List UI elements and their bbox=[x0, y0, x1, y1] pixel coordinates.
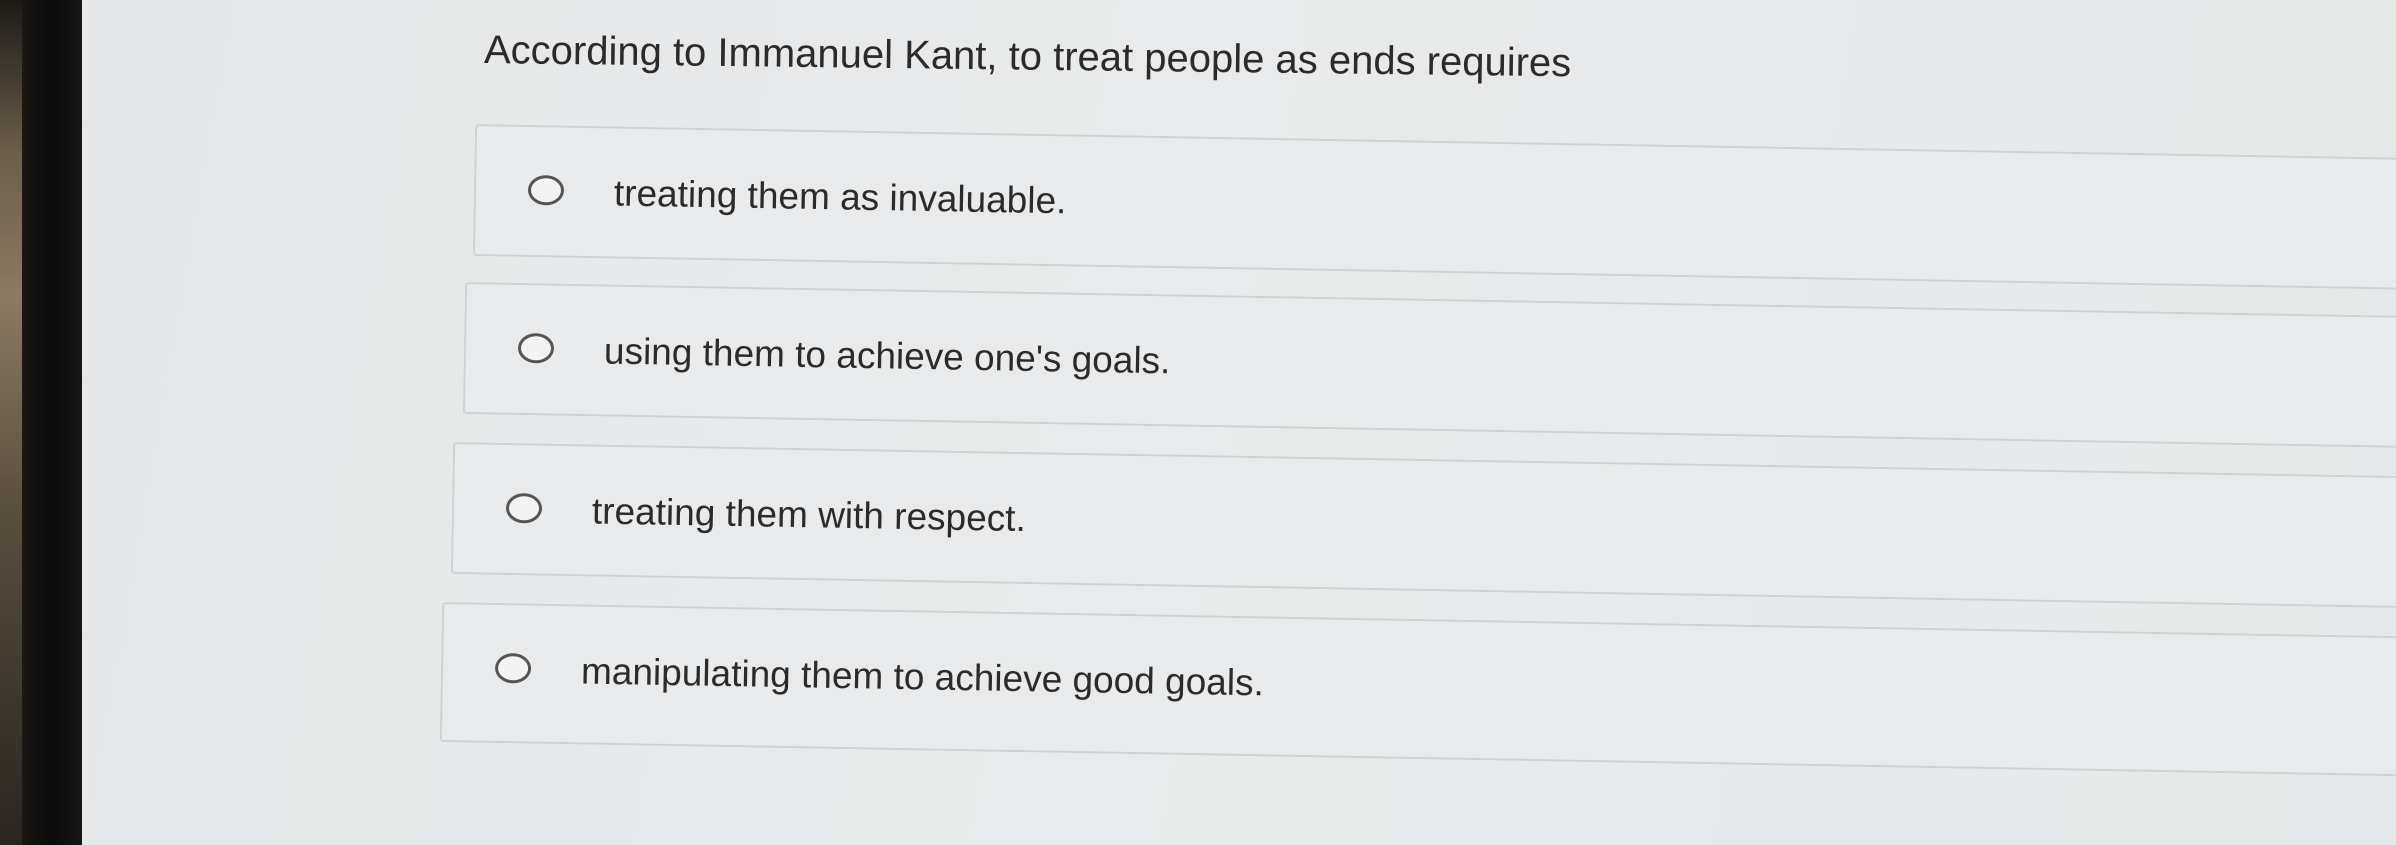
answer-option-3[interactable]: treating them with respect. bbox=[450, 442, 2396, 610]
answer-option-4[interactable]: manipulating them to achieve good goals. bbox=[439, 602, 2396, 778]
radio-button-3[interactable] bbox=[505, 492, 543, 524]
answer-options: treating them as invaluable. using them … bbox=[0, 0, 2396, 845]
answer-label-1: treating them as invaluable. bbox=[613, 172, 1067, 222]
radio-button-2[interactable] bbox=[517, 332, 555, 364]
answer-label-2: using them to achieve one's goals. bbox=[603, 330, 1171, 382]
answer-label-4: manipulating them to achieve good goals. bbox=[580, 650, 1265, 704]
answer-label-3: treating them with respect. bbox=[591, 490, 1027, 540]
answer-option-2[interactable]: using them to achieve one's goals. bbox=[462, 282, 2396, 450]
radio-button-1[interactable] bbox=[527, 174, 565, 206]
radio-button-4[interactable] bbox=[494, 652, 532, 684]
answer-option-1[interactable]: treating them as invaluable. bbox=[472, 124, 2396, 292]
